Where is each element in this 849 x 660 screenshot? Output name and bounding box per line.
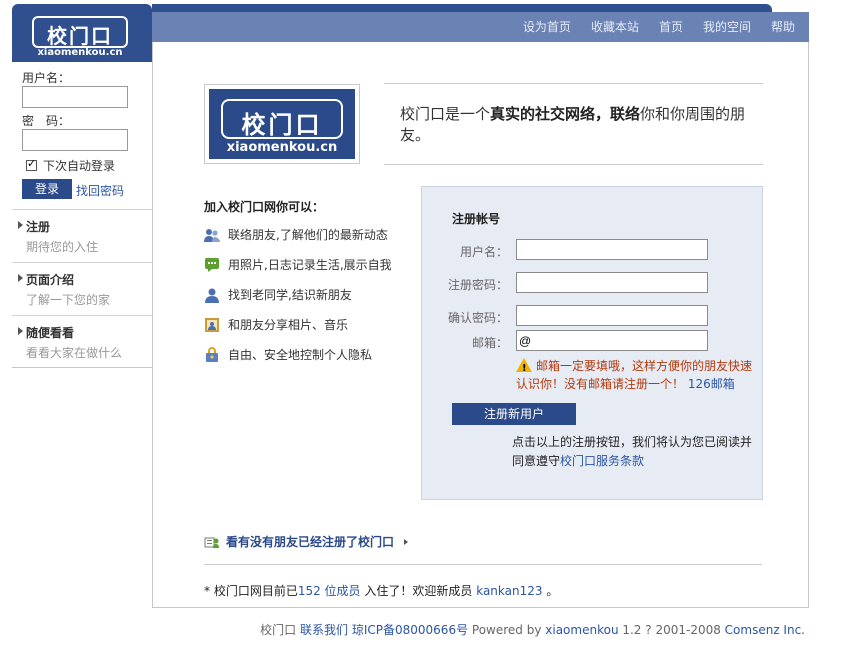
remember-checkbox[interactable] <box>26 157 37 171</box>
feature-item: 找到老同学,结识新朋友 <box>204 286 352 303</box>
feature-text: 和朋友分享相片、音乐 <box>228 318 349 332</box>
features-title: 加入校门口网你可以： <box>204 200 325 214</box>
forgot-password-link[interactable]: 找回密码 <box>76 182 124 199</box>
member-stats: * 校门口网目前已152 位成员 入住了！欢迎新成员 kankan123 。 <box>204 582 558 599</box>
warning-icon <box>516 358 532 378</box>
login-username-input[interactable] <box>22 86 128 108</box>
register-confirm-label: 确认密码： <box>447 311 508 325</box>
footer: 校门口 联系我们 琼ICP备08000666号 Powered by xiaom… <box>260 621 805 638</box>
feature-text: 用照片,日志记录生活,展示自我 <box>228 258 392 272</box>
main-logo: 校门口 xiaomenkou.cn <box>204 84 360 164</box>
slogan-part1: 校门口是一个 <box>400 105 491 123</box>
icp-link[interactable]: 琼ICP备08000666号 <box>352 623 468 637</box>
stats-prefix: * 校门口网目前已 <box>204 584 298 598</box>
stats-suffix: 。 <box>542 584 559 598</box>
comment-icon <box>205 257 219 272</box>
register-username-input[interactable] <box>516 239 708 260</box>
feature-text: 联络朋友,了解他们的最新动态 <box>228 228 388 242</box>
see-friends-link[interactable]: 看有没有朋友已经注册了校门口 <box>204 533 409 550</box>
remember-label: 下次自动登录 <box>43 159 116 173</box>
register-title: 注册帐号 <box>452 212 501 226</box>
logo-text-en: xiaomenkou.cn <box>37 47 123 58</box>
login-password-label: 密 码： <box>22 114 71 128</box>
main-logo-en: xiaomenkou.cn <box>226 140 338 155</box>
stats-middle: 入住了！欢迎新成员 <box>360 584 477 598</box>
login-button[interactable]: 登录 <box>22 179 72 199</box>
friends-search-icon <box>204 537 219 548</box>
sidebar-item-browse[interactable]: 随便看看 看看大家在做什么 <box>12 315 152 369</box>
email-126-link[interactable]: 126邮箱 <box>688 377 735 391</box>
site-logo[interactable]: 校门口 xiaomenkou.cn <box>12 4 152 62</box>
terms-link[interactable]: 校门口服务条款 <box>560 454 644 468</box>
sidebar-item-intro[interactable]: 页面介绍 了解一下您的家 <box>12 262 152 316</box>
top-nav: 设为首页 收藏本站 首页 我的空间 帮助 <box>523 18 795 35</box>
sidebar-item-title: 注册 <box>17 220 51 234</box>
see-friends-text: 看有没有朋友已经注册了校门口 <box>226 535 395 549</box>
login-username-label: 用户名： <box>22 71 71 85</box>
photo-icon <box>205 317 219 332</box>
main-logo-cn: 校门口 <box>241 111 323 139</box>
register-panel: 注册帐号 用户名： 注册密码： 确认密码： 邮箱： 邮箱一定要填哦，这样方便你的… <box>421 186 763 500</box>
nav-set-homepage[interactable]: 设为首页 <box>523 18 571 35</box>
contact-link[interactable]: 联系我们 <box>300 623 348 637</box>
feature-text: 找到老同学,结识新朋友 <box>228 288 352 302</box>
logo-frame: 校门口 xiaomenkou.cn <box>32 16 128 58</box>
nav-home[interactable]: 首页 <box>659 18 683 35</box>
footer-version: 1.2 ? 2001-2008 <box>618 623 725 637</box>
brand-link[interactable]: xiaomenkou <box>545 623 618 637</box>
users-icon <box>204 228 220 242</box>
agreement-text: 点击以上的注册按钮，我们将认为您已阅读并同意遵守校门口服务条款 <box>512 433 752 471</box>
sidebar-item-title: 页面介绍 <box>17 273 75 287</box>
sidebar-item-subtitle: 看看大家在做什么 <box>26 346 123 360</box>
chevron-right-icon <box>404 538 409 545</box>
login-password-input[interactable] <box>22 129 128 151</box>
divider <box>204 564 762 565</box>
header-bar: 设为首页 收藏本站 首页 我的空间 帮助 <box>152 12 809 42</box>
register-password-label: 注册密码： <box>447 278 508 292</box>
user-icon <box>205 288 219 303</box>
feature-item: 联络朋友,了解他们的最新动态 <box>204 226 388 243</box>
footer-powered: Powered by <box>468 623 546 637</box>
sidebar-item-register[interactable]: 注册 期待您的入住 <box>12 209 152 263</box>
register-email-input[interactable] <box>516 330 708 351</box>
sidebar-item-title: 随便看看 <box>17 326 75 340</box>
logo-text-cn: 校门口 <box>47 24 113 48</box>
feature-item: 自由、安全地控制个人隐私 <box>204 346 372 363</box>
nav-my-space[interactable]: 我的空间 <box>703 18 751 35</box>
feature-item: 用照片,日志记录生活,展示自我 <box>204 256 392 273</box>
email-warning: 邮箱一定要填哦，这样方便你的朋友快速认识你！没有邮箱请注册一个！ 126邮箱 <box>516 357 756 393</box>
footer-site: 校门口 <box>260 623 297 637</box>
lock-icon <box>206 346 218 362</box>
register-password-input[interactable] <box>516 272 708 293</box>
remember-me[interactable]: 下次自动登录 <box>26 157 115 174</box>
register-email-label: 邮箱： <box>471 336 508 350</box>
register-button[interactable]: 注册新用户 <box>452 403 576 425</box>
slogan: 校门口是一个真实的社交网络，联络你和你周围的朋友。 <box>384 83 763 165</box>
feature-item: 和朋友分享相片、音乐 <box>204 316 348 333</box>
register-username-label: 用户名： <box>459 245 508 259</box>
sidebar: 用户名： 密 码： 下次自动登录 登录 找回密码 注册 期待您的入住 页面介绍 … <box>12 62 152 368</box>
feature-text: 自由、安全地控制个人隐私 <box>228 348 373 362</box>
slogan-bold: 真实的社交网络，联络 <box>490 105 641 123</box>
nav-bookmark[interactable]: 收藏本站 <box>591 18 639 35</box>
register-confirm-input[interactable] <box>516 305 708 326</box>
new-member-link[interactable]: kankan123 <box>476 584 542 598</box>
sidebar-item-subtitle: 了解一下您的家 <box>26 293 111 307</box>
sidebar-item-subtitle: 期待您的入住 <box>26 240 99 254</box>
company-link[interactable]: Comsenz Inc. <box>725 623 805 637</box>
nav-help[interactable]: 帮助 <box>771 18 795 35</box>
member-count-link[interactable]: 152 位成员 <box>298 584 361 598</box>
